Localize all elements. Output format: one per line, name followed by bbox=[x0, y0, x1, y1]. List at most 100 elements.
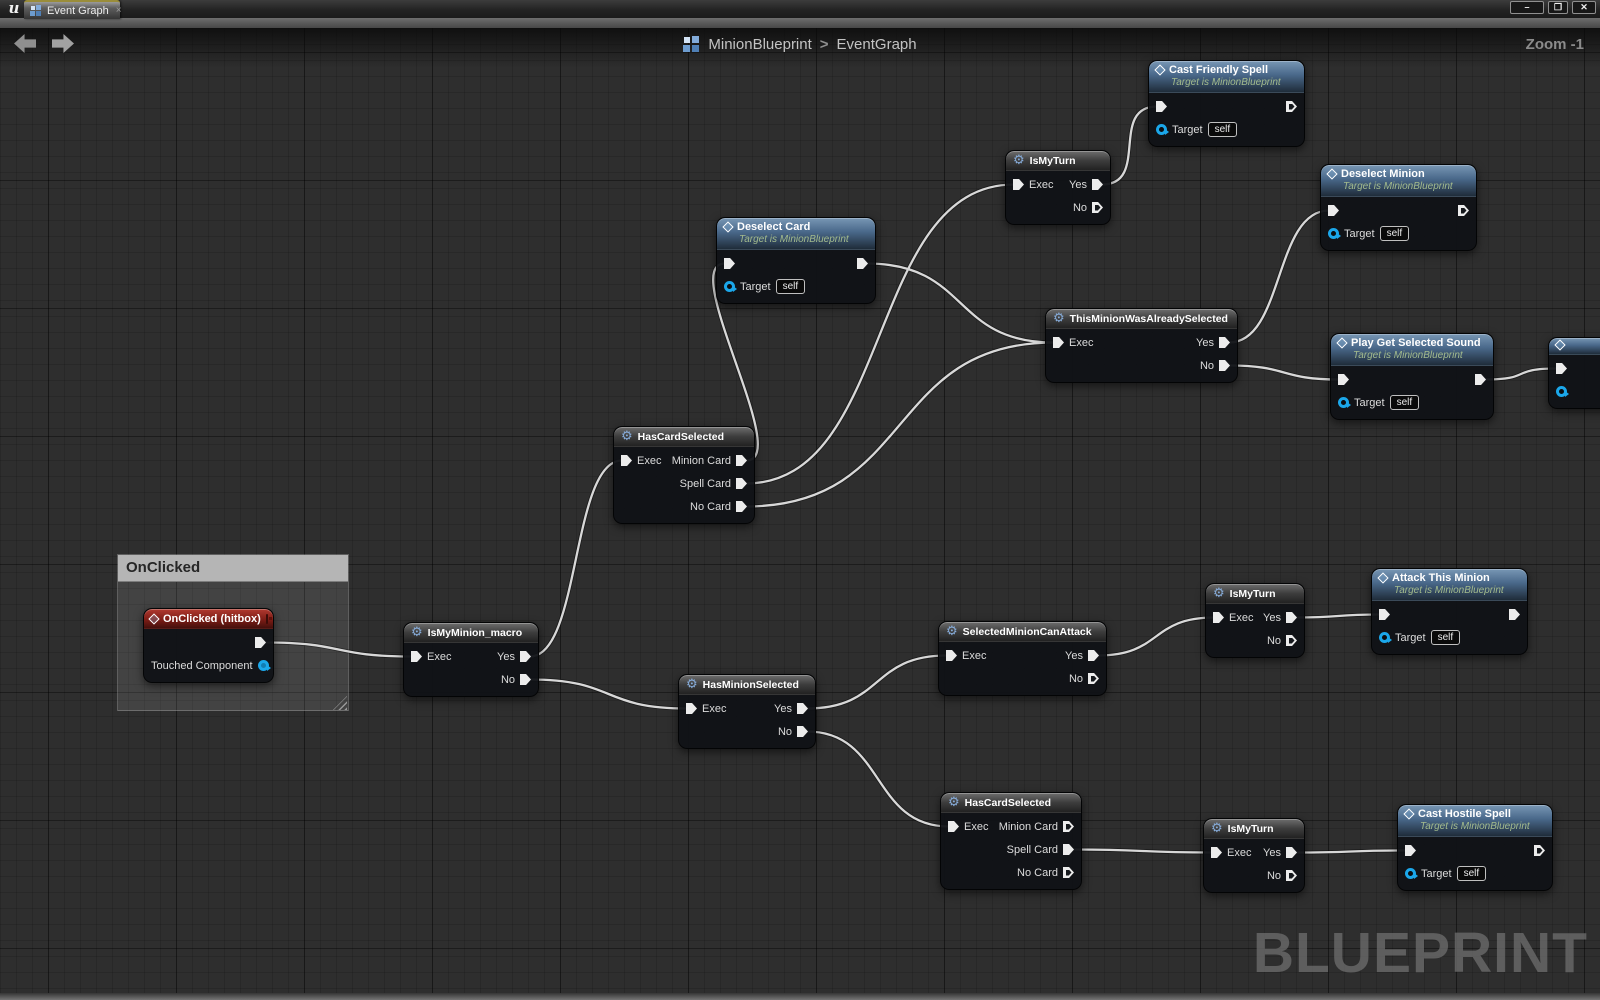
exec-pin-exec-in[interactable] bbox=[1556, 363, 1567, 374]
node-title: SelectedMinionCanAttack bbox=[963, 626, 1092, 638]
blueprint-class-icon bbox=[683, 36, 700, 53]
exec-pin-no[interactable] bbox=[1286, 870, 1297, 881]
tab-label: Event Graph bbox=[47, 5, 109, 17]
object-pin-target[interactable] bbox=[1328, 228, 1339, 239]
object-pin-touched-component[interactable] bbox=[258, 660, 269, 671]
pin-default-value[interactable]: self bbox=[1431, 630, 1461, 645]
exec-pin-spell-card[interactable] bbox=[1063, 844, 1074, 855]
exec-pin-minion-card[interactable] bbox=[736, 455, 747, 466]
close-button[interactable]: ✕ bbox=[1572, 1, 1596, 14]
node-title: Attack This Minion bbox=[1392, 572, 1490, 584]
breadcrumb-separator: > bbox=[820, 36, 829, 53]
exec-pin-exec[interactable] bbox=[948, 821, 959, 832]
exec-pin-exec[interactable] bbox=[621, 455, 632, 466]
exec-pin-yes[interactable] bbox=[797, 703, 808, 714]
object-pin-target[interactable] bbox=[1379, 632, 1390, 643]
exec-pin-exec[interactable] bbox=[411, 651, 422, 662]
exec-pin-exec-out[interactable] bbox=[1475, 374, 1486, 385]
node-title: Deselect Card bbox=[737, 221, 810, 233]
exec-pin-yes[interactable] bbox=[1286, 847, 1297, 858]
exec-pin-no[interactable] bbox=[1092, 202, 1103, 213]
exec-pin-exec[interactable] bbox=[1211, 847, 1222, 858]
pin-default-value[interactable]: self bbox=[1390, 395, 1420, 410]
exec-pin-exec-out[interactable] bbox=[1509, 609, 1520, 620]
object-pin-target[interactable] bbox=[724, 281, 735, 292]
exec-pin-no-card[interactable] bbox=[1063, 867, 1074, 878]
exec-pin-exec[interactable] bbox=[1013, 179, 1024, 190]
exec-pin-no[interactable] bbox=[1088, 673, 1099, 684]
object-pin-target[interactable] bbox=[1556, 386, 1567, 397]
exec-pin-exec[interactable] bbox=[686, 703, 697, 714]
node-layer: Cast Friendly SpellTarget is MinionBluep… bbox=[0, 28, 1600, 1000]
exec-pin-exec-in[interactable] bbox=[1156, 101, 1167, 112]
exec-pin-exec-in[interactable] bbox=[1379, 609, 1390, 620]
exec-pin-exec[interactable] bbox=[1053, 337, 1064, 348]
pin-default-value[interactable]: self bbox=[1380, 226, 1410, 241]
blueprint-class-icon bbox=[30, 5, 42, 17]
node-deselect-card[interactable]: Deselect CardTarget is MinionBlueprintTa… bbox=[716, 217, 876, 304]
zoom-level-label: Zoom -1 bbox=[1526, 36, 1584, 53]
exec-pin-no[interactable] bbox=[1286, 635, 1297, 646]
exec-pin-no[interactable] bbox=[797, 726, 808, 737]
exec-pin-yes[interactable] bbox=[520, 651, 531, 662]
restore-button[interactable]: ❐ bbox=[1548, 1, 1568, 14]
exec-pin-yes[interactable] bbox=[1092, 179, 1103, 190]
node-deselect-minion[interactable]: Deselect MinionTarget is MinionBlueprint… bbox=[1320, 164, 1477, 251]
exec-pin-exec[interactable] bbox=[946, 650, 957, 661]
pin-default-value[interactable]: self bbox=[1208, 122, 1238, 137]
exec-pin-exec-in[interactable] bbox=[1405, 845, 1416, 856]
pin-label: Target bbox=[1344, 228, 1375, 240]
exec-pin-yes[interactable] bbox=[1088, 650, 1099, 661]
exec-pin-no-card[interactable] bbox=[736, 501, 747, 512]
node-hascard-top[interactable]: ⚙HasCardSelectedExecMinion CardSpell Car… bbox=[613, 426, 755, 524]
function-icon bbox=[1403, 808, 1414, 819]
pin-default-value[interactable]: self bbox=[1457, 866, 1487, 881]
exec-pin-exec-out[interactable] bbox=[1286, 101, 1297, 112]
exec-pin-minion-card[interactable] bbox=[1063, 821, 1074, 832]
node-ismyturn-mid[interactable]: ⚙IsMyTurnExecYesNo bbox=[1205, 583, 1305, 658]
node-edge-fragment[interactable] bbox=[1548, 337, 1600, 409]
minimize-button[interactable]: – bbox=[1510, 1, 1544, 14]
node-play-sound[interactable]: Play Get Selected SoundTarget is MinionB… bbox=[1330, 333, 1494, 420]
node-attack-minion[interactable]: Attack This MinionTarget is MinionBluepr… bbox=[1371, 568, 1528, 655]
tab-event-graph[interactable]: Event Graph × bbox=[24, 0, 120, 19]
node-onclicked-event[interactable]: OnClicked (hitbox)Touched Component bbox=[143, 608, 274, 683]
pin-label: Target bbox=[1395, 632, 1426, 644]
exec-pin-exec-in[interactable] bbox=[1338, 374, 1349, 385]
pin-label: No bbox=[1267, 635, 1281, 647]
node-selectedminion-canattack[interactable]: ⚙SelectedMinionCanAttackExecYesNo bbox=[938, 621, 1107, 696]
node-cast-hostile-spell[interactable]: Cast Hostile SpellTarget is MinionBluepr… bbox=[1397, 804, 1553, 891]
node-hasminion-selected[interactable]: ⚙HasMinionSelectedExecYesNo bbox=[678, 674, 816, 749]
exec-pin-exec-out[interactable] bbox=[857, 258, 868, 269]
exec-pin-exec-out[interactable] bbox=[255, 637, 266, 648]
exec-pin-no[interactable] bbox=[1219, 360, 1230, 371]
exec-pin-no[interactable] bbox=[520, 674, 531, 685]
pin-label: Yes bbox=[774, 703, 792, 715]
exec-pin-yes[interactable] bbox=[1219, 337, 1230, 348]
object-pin-target[interactable] bbox=[1156, 124, 1167, 135]
tab-close-icon[interactable]: × bbox=[116, 5, 122, 16]
function-icon bbox=[1377, 572, 1388, 583]
node-cast-friendly-spell[interactable]: Cast Friendly SpellTarget is MinionBluep… bbox=[1148, 60, 1305, 147]
node-hascard-bottom[interactable]: ⚙HasCardSelectedExecMinion CardSpell Car… bbox=[940, 792, 1082, 890]
node-ismyturn-top[interactable]: ⚙IsMyTurnExecYesNo bbox=[1005, 150, 1111, 225]
pin-default-value[interactable]: self bbox=[776, 279, 806, 294]
exec-pin-yes[interactable] bbox=[1286, 612, 1297, 623]
object-pin-target[interactable] bbox=[1338, 397, 1349, 408]
delegate-badge-icon bbox=[266, 614, 268, 624]
object-pin-target[interactable] bbox=[1405, 868, 1416, 879]
node-thisminion-selected[interactable]: ⚙ThisMinionWasAlreadySelectedExecYesNo bbox=[1045, 308, 1238, 383]
breadcrumb-current: EventGraph bbox=[837, 36, 917, 53]
exec-pin-exec-out[interactable] bbox=[1458, 205, 1469, 216]
graph-canvas[interactable]: MinionBlueprint > EventGraph Zoom -1 OnC… bbox=[0, 28, 1600, 1000]
breadcrumb-root[interactable]: MinionBlueprint bbox=[708, 36, 811, 53]
node-ismyturn-bottom[interactable]: ⚙IsMyTurnExecYesNo bbox=[1203, 818, 1305, 893]
exec-pin-exec[interactable] bbox=[1213, 612, 1224, 623]
exec-pin-exec-out[interactable] bbox=[1534, 845, 1545, 856]
exec-pin-exec-in[interactable] bbox=[1328, 205, 1339, 216]
pin-label: Yes bbox=[497, 651, 515, 663]
node-ismyminion-macro[interactable]: ⚙IsMyMinion_macroExecYesNo bbox=[403, 622, 539, 697]
pin-label: No bbox=[501, 674, 515, 686]
exec-pin-spell-card[interactable] bbox=[736, 478, 747, 489]
exec-pin-exec-in[interactable] bbox=[724, 258, 735, 269]
